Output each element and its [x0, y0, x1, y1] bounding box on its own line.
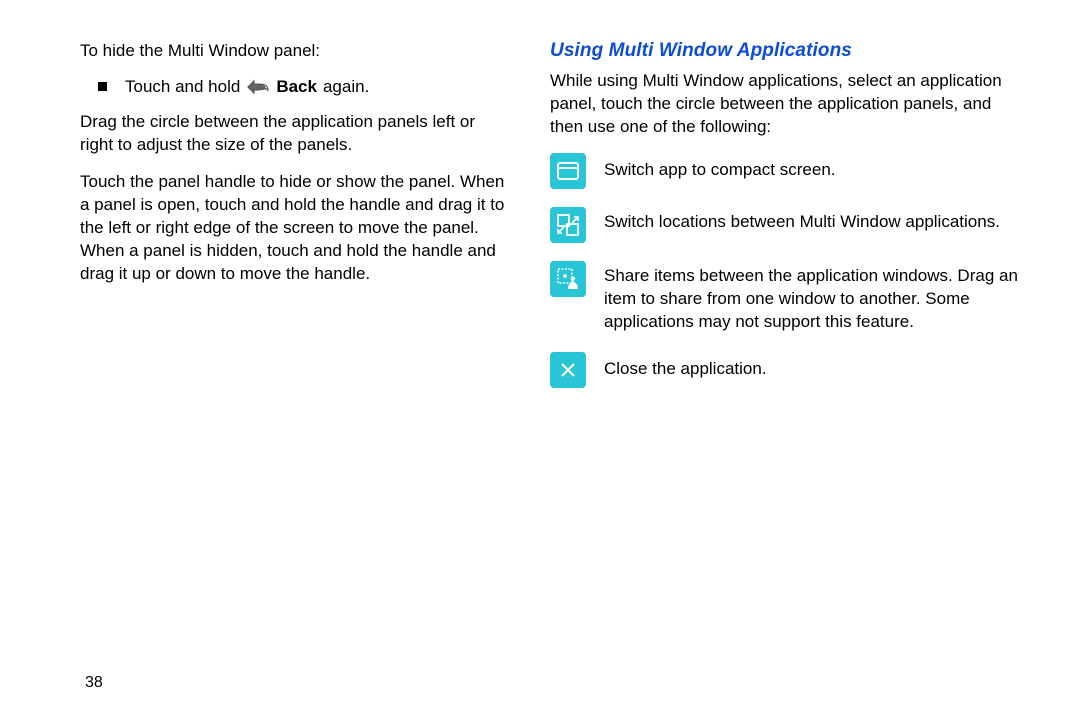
bullet-square-icon	[98, 82, 107, 91]
bullet-suffix: again.	[323, 77, 369, 97]
compact-icon	[550, 153, 586, 189]
page-number: 38	[85, 674, 103, 692]
bullet-prefix: Touch and hold	[125, 77, 240, 97]
section-heading: Using Multi Window Applications	[550, 40, 1020, 62]
option-compact: Switch app to compact screen.	[550, 153, 1020, 189]
bullet-item: Touch and hold Back again.	[98, 77, 510, 97]
back-icon	[246, 78, 270, 96]
bullet-text: Touch and hold Back again.	[125, 77, 369, 97]
option-share-text: Share items between the application wind…	[604, 261, 1020, 334]
hide-panel-intro: To hide the Multi Window panel:	[80, 40, 510, 63]
manual-page: To hide the Multi Window panel: Touch an…	[0, 0, 1080, 720]
option-close: Close the application.	[550, 352, 1020, 388]
swap-icon	[550, 207, 586, 243]
left-column: To hide the Multi Window panel: Touch an…	[80, 40, 540, 690]
option-close-text: Close the application.	[604, 358, 767, 381]
close-icon	[550, 352, 586, 388]
panel-handle-paragraph: Touch the panel handle to hide or show t…	[80, 171, 510, 286]
bullet-bold: Back	[276, 77, 317, 97]
right-intro: While using Multi Window applications, s…	[550, 70, 1020, 139]
share-icon	[550, 261, 586, 297]
option-compact-text: Switch app to compact screen.	[604, 159, 836, 182]
option-swap: Switch locations between Multi Window ap…	[550, 207, 1020, 243]
option-swap-text: Switch locations between Multi Window ap…	[604, 207, 1000, 234]
drag-circle-paragraph: Drag the circle between the application …	[80, 111, 510, 157]
option-share: Share items between the application wind…	[550, 261, 1020, 334]
right-column: Using Multi Window Applications While us…	[540, 40, 1020, 690]
